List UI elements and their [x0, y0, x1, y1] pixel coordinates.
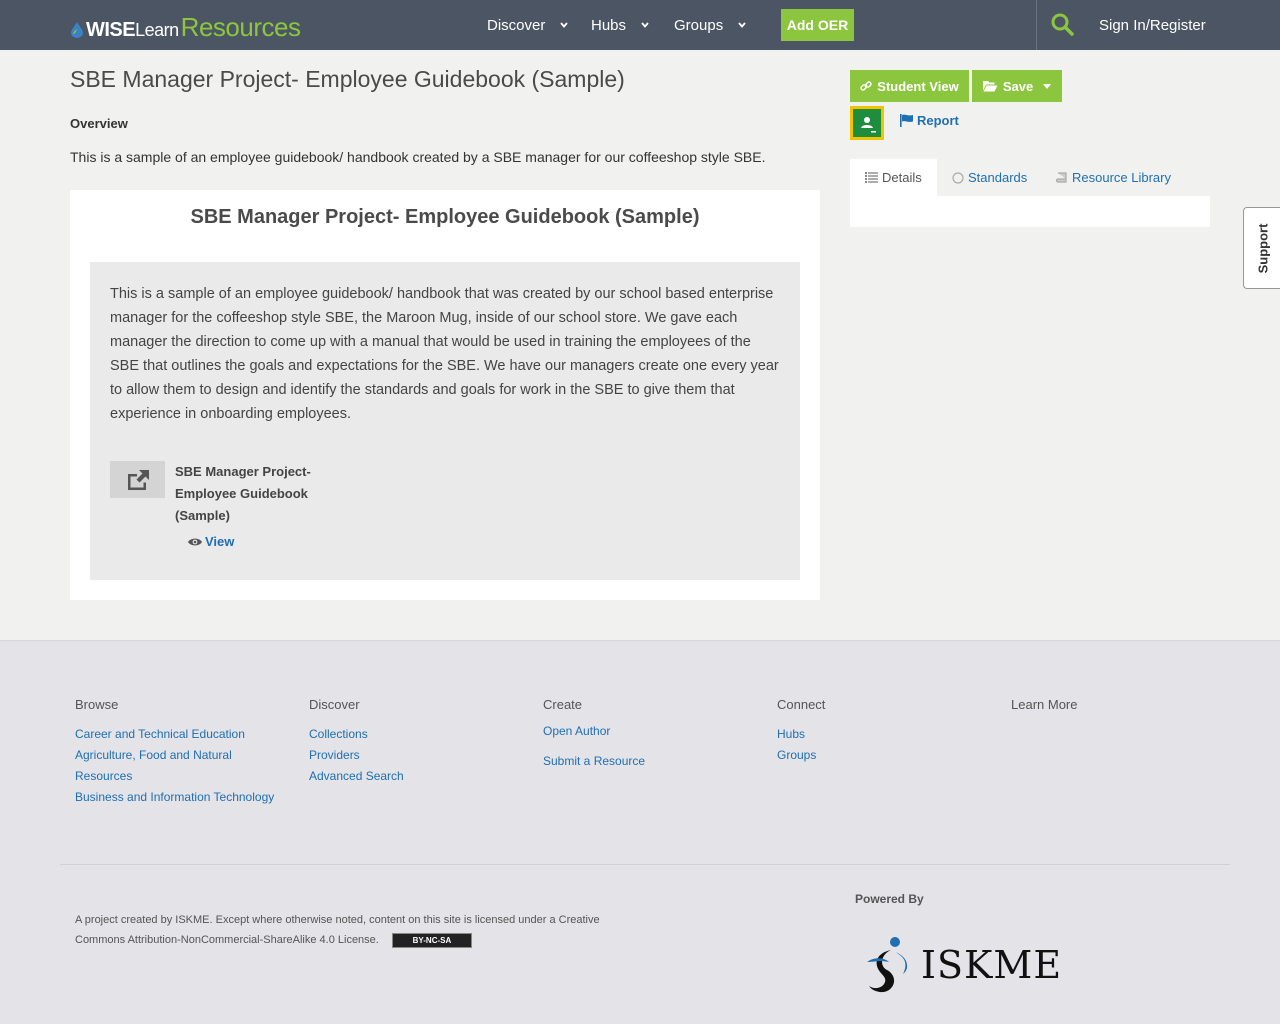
- report-link[interactable]: Report: [900, 113, 959, 128]
- google-classroom-icon[interactable]: [850, 106, 884, 140]
- nav-discover-label: Discover: [487, 16, 546, 34]
- student-view-label: Student View: [877, 78, 959, 94]
- cc-license-badge[interactable]: BY-NC-SA: [391, 932, 472, 948]
- footer-link-business[interactable]: Business and Information Technology: [75, 787, 275, 808]
- footer-browse: Browse Career and Technical Education Ag…: [75, 697, 275, 808]
- nav-divider: [1036, 0, 1037, 50]
- footer-connect: Connect Hubs Groups: [777, 697, 977, 766]
- iskme-swirl-icon: [867, 937, 908, 993]
- list-icon: [865, 172, 878, 183]
- footer-link-open-author[interactable]: Open Author: [543, 716, 743, 746]
- add-oer-button[interactable]: Add OER: [781, 9, 854, 41]
- nav-groups-label: Groups: [674, 16, 724, 34]
- support-tab[interactable]: Support: [1243, 207, 1280, 289]
- chevron-down-icon: [738, 22, 746, 28]
- water-drop-icon: [71, 22, 83, 38]
- footer-link-submit-resource[interactable]: Submit a Resource: [543, 746, 743, 776]
- page-title: SBE Manager Project- Employee Guidebook …: [70, 66, 625, 92]
- book-icon: [1056, 171, 1067, 183]
- footer-link-providers[interactable]: Providers: [309, 745, 509, 766]
- save-label: Save: [1002, 78, 1034, 94]
- footer-link-agriculture[interactable]: Agriculture, Food and Natural Resources: [75, 745, 275, 787]
- eye-icon: [188, 538, 202, 545]
- student-view-button[interactable]: Student View: [850, 70, 969, 102]
- link-icon: [860, 81, 872, 91]
- logo-wise-text: WISE: [86, 19, 136, 41]
- report-label: Report: [917, 113, 959, 128]
- sign-in-register-link[interactable]: Sign In/Register: [1099, 0, 1206, 50]
- support-label: Support: [1255, 223, 1271, 273]
- chevron-down-icon: [560, 22, 569, 28]
- overview-heading: Overview: [70, 116, 128, 131]
- footer-connect-heading: Connect: [777, 697, 826, 712]
- tab-resource-library[interactable]: Resource Library: [1056, 159, 1171, 196]
- footer-divider: [60, 864, 1230, 865]
- nav-hubs[interactable]: Hubs: [591, 0, 650, 50]
- external-link-thumb[interactable]: [110, 461, 165, 498]
- footer-link-advanced-search[interactable]: Advanced Search: [309, 766, 509, 787]
- site-logo[interactable]: WISE Learn Resources: [70, 12, 301, 43]
- footer-discover: Discover Collections Providers Advanced …: [309, 697, 509, 787]
- footer-browse-heading: Browse: [75, 697, 119, 712]
- iskme-logo[interactable]: ISKME: [865, 930, 1065, 1000]
- tab-panel: [850, 196, 1210, 227]
- powered-by-label: Powered By: [855, 892, 924, 906]
- chevron-down-icon: [641, 22, 649, 28]
- footer-link-groups[interactable]: Groups: [777, 745, 977, 766]
- tab-standards-label: Standards: [968, 170, 1028, 185]
- circle-icon: [952, 171, 964, 184]
- footer-create-heading: Create: [543, 697, 583, 712]
- top-navbar: WISE Learn Resources Discover Hubs Group…: [0, 0, 1280, 50]
- tab-details-label: Details: [882, 170, 922, 185]
- card-title: SBE Manager Project- Employee Guidebook …: [190, 206, 700, 228]
- search-icon[interactable]: [1050, 12, 1074, 36]
- folder-open-icon: [982, 81, 998, 92]
- nav-groups[interactable]: Groups: [674, 0, 747, 50]
- footer-link-collections[interactable]: Collections: [309, 724, 509, 745]
- footer-learn-more: Learn More: [1011, 697, 1211, 724]
- nav-hubs-label: Hubs: [591, 16, 627, 34]
- logo-resources-text: Resources: [180, 12, 301, 42]
- classroom-person-icon: [861, 117, 876, 133]
- overview-text: This is a sample of an employee guideboo…: [70, 149, 766, 165]
- flag-icon: [900, 114, 913, 127]
- tab-details[interactable]: Details: [850, 159, 937, 196]
- iskme-logo-text: ISKME: [921, 943, 1063, 987]
- resource-description: This is a sample of an employee guideboo…: [110, 286, 779, 422]
- view-link[interactable]: View: [188, 534, 234, 549]
- tab-resource-library-label: Resource Library: [1072, 170, 1171, 185]
- view-link-label: View: [205, 534, 235, 549]
- tab-standards[interactable]: Standards: [952, 159, 1027, 196]
- save-button[interactable]: Save: [972, 70, 1062, 102]
- footer-link-cte[interactable]: Career and Technical Education: [75, 724, 275, 745]
- external-link-icon: [127, 469, 149, 490]
- footer-create: Create Open Author Submit a Resource: [543, 697, 743, 776]
- nav-discover[interactable]: Discover: [487, 0, 569, 50]
- footer-discover-heading: Discover: [309, 697, 360, 712]
- footer-link-hubs[interactable]: Hubs: [777, 724, 977, 745]
- logo-learn-text: Learn: [135, 20, 179, 40]
- license-text: A project created by ISKME. Except where…: [75, 914, 600, 946]
- attachment-name: SBE Manager Project- Employee Guidebook …: [175, 464, 311, 523]
- license-notice: A project created by ISKME. Except where…: [75, 910, 635, 950]
- footer-learn-more-heading: Learn More: [1011, 697, 1078, 712]
- caret-down-icon: [1043, 83, 1052, 89]
